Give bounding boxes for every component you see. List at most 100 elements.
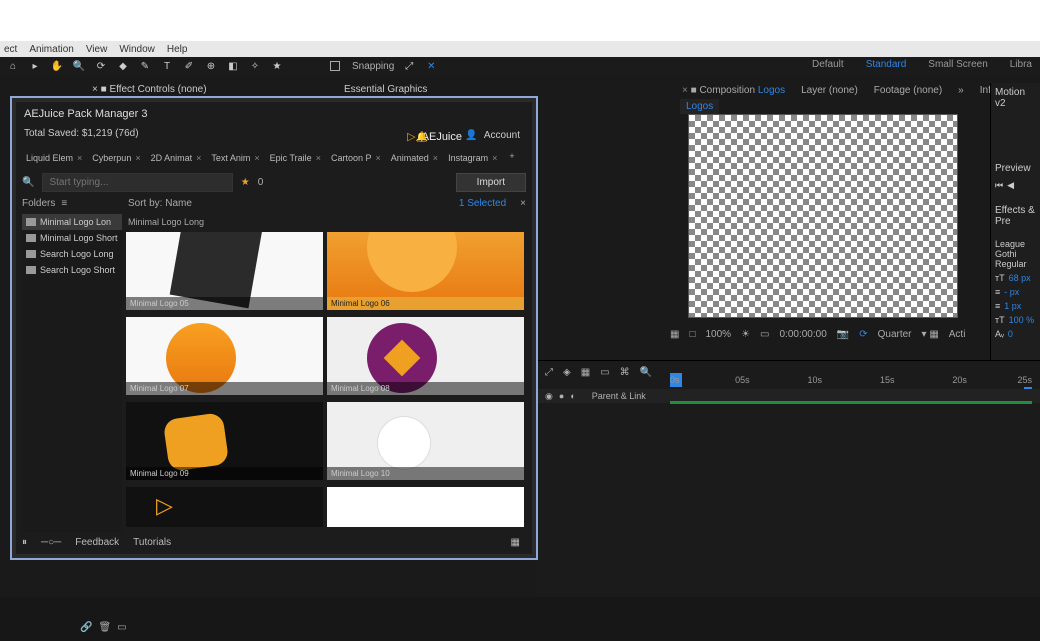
workspace-libraries[interactable]: Libra	[1010, 59, 1032, 70]
list-view-icon[interactable]: ≡	[61, 198, 67, 209]
type-tool-icon[interactable]: T	[160, 59, 174, 73]
folder-item[interactable]: Search Logo Short	[22, 262, 122, 278]
snapshot-icon[interactable]: 📷	[837, 329, 849, 340]
font-weight[interactable]: Regular	[995, 259, 1036, 269]
home-icon[interactable]: ⌂	[6, 59, 20, 73]
add-tab-button[interactable]: +	[503, 151, 520, 165]
pack-tab[interactable]: Cartoon P×	[327, 151, 385, 165]
workspace-small[interactable]: Small Screen	[928, 59, 987, 70]
lock-icon[interactable]: ●	[559, 391, 564, 401]
menu-item[interactable]: Animation	[29, 44, 73, 55]
prev-frame-icon[interactable]: ◀	[1007, 180, 1014, 191]
logos-subtab[interactable]: Logos	[680, 99, 719, 114]
exposure-icon[interactable]: ☀	[741, 329, 750, 340]
selection-tool-icon[interactable]: ▸	[28, 59, 42, 73]
preset-thumb[interactable]: Minimal Logo 05	[126, 232, 323, 310]
pack-tab[interactable]: Liquid Elem×	[22, 151, 86, 165]
shy-icon[interactable]: ◐	[570, 391, 575, 401]
tl-btn-icon[interactable]: ▦	[581, 367, 590, 378]
snap-opt1-icon[interactable]: ⤢	[402, 59, 416, 73]
first-frame-icon[interactable]: ⏮	[995, 180, 1003, 191]
grid-icon[interactable]: ▦	[670, 329, 679, 340]
mask-icon[interactable]: ▭	[760, 329, 769, 340]
folder-item[interactable]: Minimal Logo Lon	[22, 214, 122, 230]
folder-item[interactable]: Minimal Logo Short	[22, 230, 122, 246]
effects-panel-tab[interactable]: Effects & Pre	[995, 205, 1036, 227]
menu-item[interactable]: Help	[167, 44, 188, 55]
preview-panel-tab[interactable]: Preview	[995, 163, 1036, 174]
view-opts-icon[interactable]: ▾ ▦	[922, 329, 939, 340]
puppet-tool-icon[interactable]: ★	[270, 59, 284, 73]
pen-tool-icon[interactable]: ✎	[138, 59, 152, 73]
time-display[interactable]: 0:00:00:00	[780, 329, 827, 340]
layer-tab[interactable]: Layer (none)	[795, 83, 864, 98]
pause-icon[interactable]: ⏸	[22, 537, 27, 548]
zoom-value[interactable]: 100%	[706, 329, 732, 340]
import-button[interactable]: Import	[456, 173, 526, 192]
font-size-value[interactable]: 68 px	[1009, 273, 1031, 283]
menu-item[interactable]: ect	[4, 44, 17, 55]
grid-view-icon[interactable]: ▦	[511, 537, 518, 548]
eraser-tool-icon[interactable]: ◧	[226, 59, 240, 73]
preset-thumb[interactable]: Minimal Logo 08	[327, 317, 524, 395]
channel-icon[interactable]: □	[689, 329, 695, 340]
pack-tab[interactable]: Instagram×	[444, 151, 501, 165]
brush-tool-icon[interactable]: ✐	[182, 59, 196, 73]
preset-thumb[interactable]	[327, 487, 524, 527]
snapping-checkbox[interactable]	[330, 61, 340, 71]
composition-viewer[interactable]	[688, 114, 958, 318]
menu-item[interactable]: View	[86, 44, 108, 55]
leading-value[interactable]: 1 px	[1004, 301, 1021, 311]
active-camera[interactable]: Acti	[949, 329, 966, 340]
pack-tab[interactable]: Text Anim×	[207, 151, 263, 165]
clone-tool-icon[interactable]: ⊕	[204, 59, 218, 73]
link-icon[interactable]: 🔗	[80, 622, 92, 633]
shape-tool-icon[interactable]: ◆	[116, 59, 130, 73]
pack-tab[interactable]: 2D Animat×	[147, 151, 206, 165]
feedback-link[interactable]: Feedback	[75, 537, 119, 548]
time-ruler[interactable]: 0s 05s 10s 15s 20s 25s	[670, 375, 1032, 389]
zoom-tool-icon[interactable]: 🔍	[72, 59, 86, 73]
effect-controls-tab[interactable]: × ■ Effect Controls (none)	[92, 84, 207, 95]
preset-thumb[interactable]: Minimal Logo 06	[327, 232, 524, 310]
roto-tool-icon[interactable]: ✧	[248, 59, 262, 73]
favorites-icon[interactable]: ★	[241, 177, 250, 188]
footage-tab[interactable]: Footage (none)	[868, 83, 948, 98]
essential-graphics-tab[interactable]: Essential Graphics	[344, 84, 427, 95]
notifications-icon[interactable]: 🔔	[416, 132, 428, 143]
tutorials-link[interactable]: Tutorials	[133, 537, 171, 548]
bin-icon[interactable]: 🗑	[98, 622, 111, 633]
pack-tab[interactable]: Animated×	[387, 151, 442, 165]
tl-btn-icon[interactable]: ◈	[563, 367, 571, 378]
slider-icon[interactable]: ─○─	[41, 537, 61, 548]
workspace-standard[interactable]: Standard	[866, 59, 907, 70]
quality-dropdown[interactable]: Quarter	[878, 329, 912, 340]
tl-btn-icon[interactable]: ▭	[600, 367, 609, 378]
more-tabs-icon[interactable]: »	[952, 83, 970, 98]
tl-btn-icon[interactable]: ⤢	[545, 367, 553, 378]
preset-thumb[interactable]: ▷	[126, 487, 323, 527]
rotate-tool-icon[interactable]: ⟳	[94, 59, 108, 73]
refresh-icon[interactable]: ⟳	[859, 329, 867, 340]
preset-thumb[interactable]: Minimal Logo 10	[327, 402, 524, 480]
search-input[interactable]	[42, 173, 232, 192]
comp-icon[interactable]: ▭	[117, 622, 126, 633]
pack-tab[interactable]: Epic Traile×	[266, 151, 325, 165]
preset-thumb[interactable]: Minimal Logo 07	[126, 317, 323, 395]
hand-tool-icon[interactable]: ✋	[50, 59, 64, 73]
font-family[interactable]: League Gothi	[995, 239, 1036, 259]
stroke-value[interactable]: - px	[1004, 287, 1019, 297]
tl-btn-icon[interactable]: 🔍	[640, 367, 652, 378]
scale-value[interactable]: 100 %	[1009, 315, 1035, 325]
preset-thumb[interactable]: Minimal Logo 09	[126, 402, 323, 480]
account-button[interactable]: 👤Account	[465, 130, 520, 141]
folder-item[interactable]: Search Logo Long	[22, 246, 122, 262]
motion-panel-tab[interactable]: Motion v2	[995, 87, 1036, 109]
clear-selection-icon[interactable]: ×	[520, 198, 526, 209]
tracking-value[interactable]: 0	[1008, 329, 1013, 339]
menu-item[interactable]: Window	[119, 44, 155, 55]
sort-label[interactable]: Sort by: Name	[128, 198, 192, 209]
tl-btn-icon[interactable]: ⌘	[620, 367, 630, 378]
snap-opt2-icon[interactable]: ✕	[424, 59, 438, 73]
pack-tab[interactable]: Cyberpun×	[88, 151, 144, 165]
